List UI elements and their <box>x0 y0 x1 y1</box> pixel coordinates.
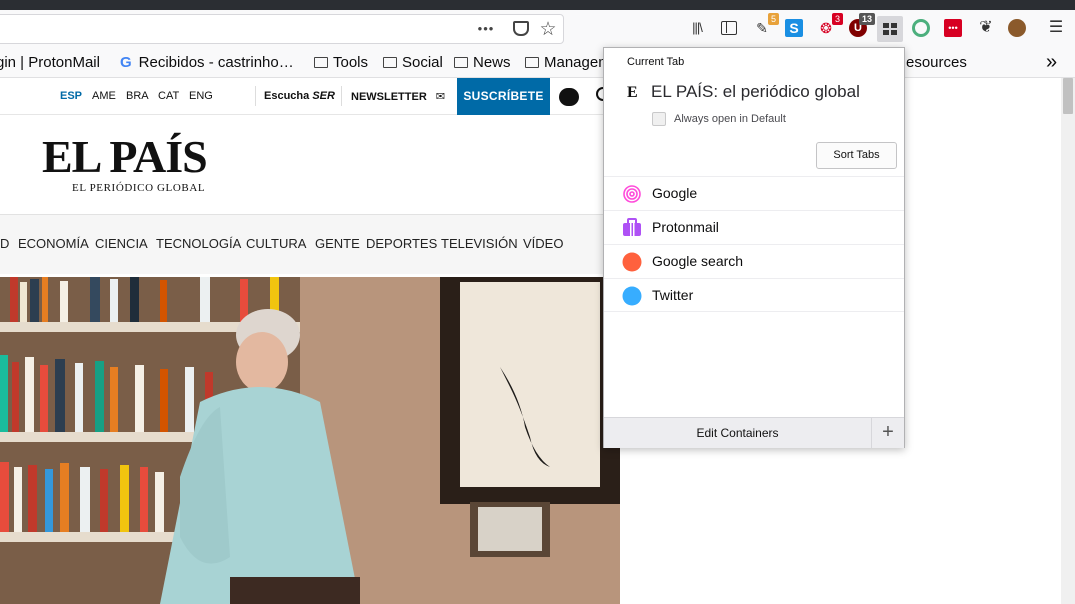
photo-illustration <box>0 277 620 604</box>
s-extension-icon[interactable]: S <box>785 19 803 37</box>
bookmarks-toolbar: gin | ProtonMail G Recibidos - castrinho…… <box>0 48 1075 78</box>
container-item-protonmail[interactable]: Protonmail <box>604 210 904 244</box>
folder-icon <box>454 57 468 68</box>
ublock-icon[interactable]: U 13 <box>849 13 875 37</box>
section-link[interactable]: D <box>0 236 9 251</box>
always-open-checkbox[interactable] <box>652 112 666 126</box>
red-dots-icon[interactable]: ••• <box>944 19 962 37</box>
section-ciencia[interactable]: CIENCIA <box>95 236 148 251</box>
bookmark-folder-news[interactable]: News <box>454 54 511 71</box>
edition-bra[interactable]: BRA <box>126 90 149 102</box>
article-photo[interactable] <box>0 277 620 604</box>
bookmark-star-icon[interactable]: ☆ <box>538 18 558 41</box>
subscribe-button[interactable]: SUSCRÍBETE <box>457 78 550 115</box>
pocket-icon[interactable] <box>513 21 529 36</box>
circle-icon <box>622 252 642 272</box>
sidebar-icon[interactable] <box>720 19 738 37</box>
add-container-button[interactable]: + <box>871 418 904 448</box>
folder-icon <box>525 57 539 68</box>
url-bar[interactable]: ••• ☆ <box>0 14 564 44</box>
el-pais-logo[interactable]: EL PAÍS <box>42 134 208 180</box>
user-account-icon[interactable] <box>559 88 579 106</box>
section-nav: D ECONOMÍA CIENCIA TECNOLOGÍA CULTURA GE… <box>0 214 620 274</box>
extension-red-icon[interactable]: ❂ 3 <box>817 13 843 37</box>
page-actions-more-icon[interactable]: ••• <box>476 21 496 36</box>
current-tab-title: EL PAÍS: el periódico global <box>651 82 860 101</box>
container-label: Twitter <box>652 287 694 303</box>
container-item-twitter[interactable]: Twitter <box>604 278 904 312</box>
scrollbar-thumb[interactable] <box>1063 78 1073 114</box>
divider <box>255 86 256 106</box>
google-icon: G <box>120 54 132 71</box>
container-item-google-search[interactable]: Google search <box>604 244 904 278</box>
edit-containers-button[interactable]: Edit Containers <box>604 418 871 448</box>
containers-popup: Current Tab E EL PAÍS: el periódico glob… <box>603 47 905 448</box>
briefcase-icon <box>623 218 641 236</box>
extension-flag-icon[interactable]: ✎ 5 <box>753 13 779 37</box>
section-tecnologia[interactable]: TECNOLOGÍA <box>156 236 241 251</box>
extension-badge: 13 <box>858 13 875 25</box>
section-video[interactable]: VÍDEO <box>523 236 563 251</box>
tab-favicon: E <box>627 84 638 101</box>
bookmark-folder-social[interactable]: Social <box>383 54 443 71</box>
cookie-icon[interactable] <box>1008 19 1026 37</box>
envelope-icon: ✉ <box>435 91 446 103</box>
listen-link[interactable]: Escucha SER <box>264 90 335 102</box>
logo-tagline: EL PERIÓDICO GLOBAL <box>72 182 206 194</box>
circle-icon <box>622 286 642 306</box>
bookmarks-overflow-icon[interactable]: » <box>1046 51 1057 74</box>
current-tab-heading: Current Tab <box>627 56 685 68</box>
edition-bar: ESP AME BRA CAT ENG Escucha SER NEWSLETT… <box>0 78 620 115</box>
divider <box>341 86 342 106</box>
edition-cat[interactable]: CAT <box>158 90 179 102</box>
library-icon[interactable]: |||\ <box>688 19 706 37</box>
window-top-strip <box>0 0 1075 10</box>
bookmark-resources[interactable]: esources <box>906 54 967 71</box>
containers-icon[interactable] <box>877 16 903 42</box>
section-deportes[interactable]: DEPORTES <box>366 236 437 251</box>
page-scrollbar[interactable] <box>1061 78 1075 604</box>
folder-icon <box>383 57 397 68</box>
container-item-google[interactable]: Google <box>604 176 904 210</box>
section-economia[interactable]: ECONOMÍA <box>18 236 89 251</box>
fingerprint-icon <box>623 185 641 203</box>
green-extension-icon[interactable] <box>912 19 930 37</box>
extension-badge: 5 <box>767 13 779 25</box>
edition-esp[interactable]: ESP <box>60 90 82 102</box>
menu-icon[interactable]: ☰ <box>1047 19 1065 37</box>
bookmark-folder-management[interactable]: Managem <box>525 54 605 71</box>
bookmark-folder-tools[interactable]: Tools <box>314 54 368 71</box>
container-label: Google <box>652 185 698 201</box>
section-cultura[interactable]: CULTURA <box>246 236 306 251</box>
container-label: Protonmail <box>652 219 719 235</box>
container-label: Google search <box>652 253 744 269</box>
ser-logo: SER <box>312 90 335 102</box>
section-gente[interactable]: GENTE <box>315 236 360 251</box>
newsletter-link[interactable]: NEWSLETTER ✉ <box>351 90 445 103</box>
extension-badge: 3 <box>831 13 843 25</box>
popup-footer: Edit Containers + <box>604 417 904 448</box>
edition-ame[interactable]: AME <box>92 90 116 102</box>
bookmark-google-inbox[interactable]: G Recibidos - castrinho… <box>120 54 294 71</box>
edition-eng[interactable]: ENG <box>189 90 213 102</box>
folder-icon <box>314 57 328 68</box>
bookmark-protonmail[interactable]: gin | ProtonMail <box>0 54 100 71</box>
navigation-toolbar: ••• ☆ |||\ ✎ 5 S ❂ 3 U 13 ••• ❦ ☰ <box>0 10 1075 48</box>
sort-tabs-button[interactable]: Sort Tabs <box>816 142 897 169</box>
section-television[interactable]: TELEVISIÓN <box>441 236 518 251</box>
foot-icon[interactable]: ❦ <box>977 19 995 37</box>
always-open-label[interactable]: Always open in Default <box>674 113 786 125</box>
